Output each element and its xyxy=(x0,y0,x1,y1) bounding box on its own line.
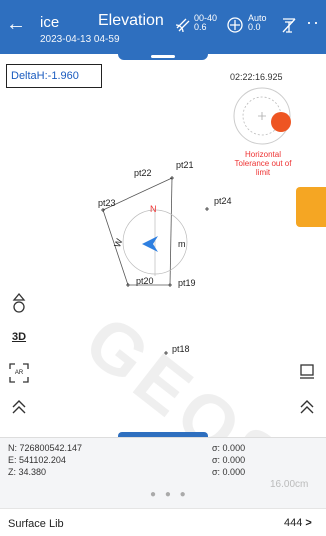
point-label-pt21[interactable]: pt21 xyxy=(176,160,194,170)
ar-label: AR xyxy=(14,370,24,376)
surface-lib-label: Surface Lib xyxy=(8,518,64,530)
layer-view-button[interactable] xyxy=(292,356,322,386)
sigma-e: σ: 0.000 xyxy=(212,455,246,465)
satellite-count: 00-40 0.6 xyxy=(194,13,218,32)
project-date: 2023-04-13 04-59 xyxy=(40,34,120,45)
point-label-pt18[interactable]: pt18 xyxy=(172,344,190,354)
scale-label: 16.00cm xyxy=(270,479,309,490)
sigma-z: σ: 0.000 xyxy=(212,467,246,477)
sigma-n: σ: 0.000 xyxy=(212,443,246,453)
double-chevron-up-icon xyxy=(12,400,26,414)
compass-north-label: N xyxy=(150,204,157,214)
point-label-pt20[interactable]: pt20 xyxy=(136,276,154,286)
target-reticle xyxy=(233,87,291,145)
point-label-pt23[interactable]: pt23 xyxy=(98,198,116,208)
back-arrow-icon[interactable]: ← xyxy=(6,14,26,34)
easting-value: E: 541102.204 xyxy=(8,455,66,465)
stakeout-tool-button[interactable] xyxy=(4,288,34,318)
point-label-pt24[interactable]: pt24 xyxy=(214,196,232,206)
more-icon[interactable]: ·· xyxy=(306,12,320,33)
mode-label[interactable]: Elevation xyxy=(98,12,164,30)
layers-icon xyxy=(300,364,314,379)
view-3d-label: 3D xyxy=(11,331,27,343)
double-chevron-up-icon xyxy=(300,400,314,414)
stakeout-icon xyxy=(12,292,26,313)
point-label-pt19[interactable]: pt19 xyxy=(178,278,196,288)
point-label-pt22[interactable]: pt22 xyxy=(134,168,152,178)
view-3d-button[interactable]: 3D xyxy=(4,322,34,352)
collapse-right-button[interactable] xyxy=(292,392,322,422)
collapse-left-button[interactable] xyxy=(4,392,34,422)
tolerance-warning: Horizontal Tolerance out of limit xyxy=(234,150,292,177)
navigation-arrow-icon xyxy=(142,236,158,252)
northing-value: N: 726800542.147 xyxy=(8,443,83,453)
page-indicator: ● ● ● xyxy=(150,489,189,500)
surface-count: 444 > xyxy=(284,517,312,529)
solution-status: Auto 0.0 xyxy=(248,13,267,32)
crosshair-icon[interactable] xyxy=(226,16,244,34)
gps-time: 02:22:16.925 xyxy=(230,72,283,82)
delta-h-readout: DeltaH:-1.960 xyxy=(6,64,102,88)
locate-button[interactable] xyxy=(296,187,326,227)
compass-east-label: m xyxy=(178,239,186,249)
top-bar: ← ice 2023-04-13 04-59 Elevation 00-40 0.… xyxy=(0,0,326,54)
ar-view-button[interactable]: AR xyxy=(4,358,34,388)
elevation-value: Z: 34.380 xyxy=(8,467,47,477)
base-station-icon[interactable] xyxy=(280,16,298,34)
project-title: ice xyxy=(40,14,60,31)
surface-lib-bar[interactable]: Surface Lib 444 > xyxy=(0,508,326,536)
chevron-right-icon: > xyxy=(305,517,312,529)
top-drawer-handle[interactable] xyxy=(118,54,208,60)
satellite-icon[interactable] xyxy=(174,16,192,34)
